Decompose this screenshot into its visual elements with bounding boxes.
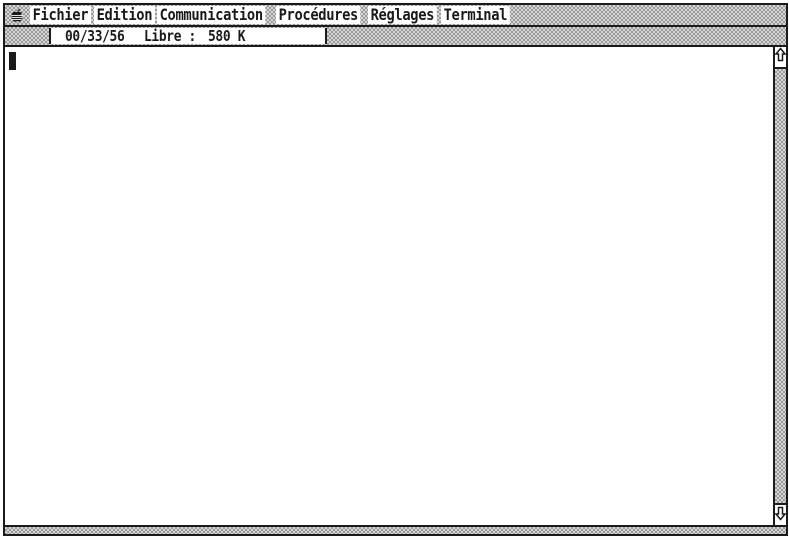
- arrow-up-icon: [774, 47, 787, 67]
- menu-bar: Fichier Edition Communication Procédures…: [5, 5, 786, 27]
- connection-timer: 00/33/56: [65, 28, 125, 44]
- arrow-down-icon: [774, 505, 787, 525]
- block-cursor: [9, 52, 16, 70]
- menu-communication[interactable]: Communication: [157, 6, 266, 24]
- scroll-up-button[interactable]: [774, 47, 787, 69]
- scroll-track[interactable]: [775, 69, 786, 503]
- menu-edition[interactable]: Edition: [93, 6, 155, 24]
- terminal-window: Fichier Edition Communication Procédures…: [3, 3, 788, 536]
- apple-menu-icon[interactable]: [8, 6, 26, 24]
- bottom-bar: [5, 525, 786, 534]
- menu-fichier[interactable]: Fichier: [30, 6, 91, 24]
- free-memory-label: Libre :: [144, 28, 197, 44]
- menu-reglages[interactable]: Réglages: [367, 6, 437, 24]
- scroll-down-button[interactable]: [774, 503, 787, 525]
- status-box: 00/33/56 Libre : 580 K: [49, 28, 327, 44]
- terminal-area[interactable]: [5, 47, 773, 525]
- free-memory-value: 580 K: [208, 28, 246, 44]
- status-bar: 00/33/56 Libre : 580 K: [5, 27, 786, 47]
- menu-procedures[interactable]: Procédures: [276, 6, 361, 24]
- menu-terminal[interactable]: Terminal: [440, 6, 510, 24]
- vertical-scrollbar[interactable]: [773, 47, 787, 525]
